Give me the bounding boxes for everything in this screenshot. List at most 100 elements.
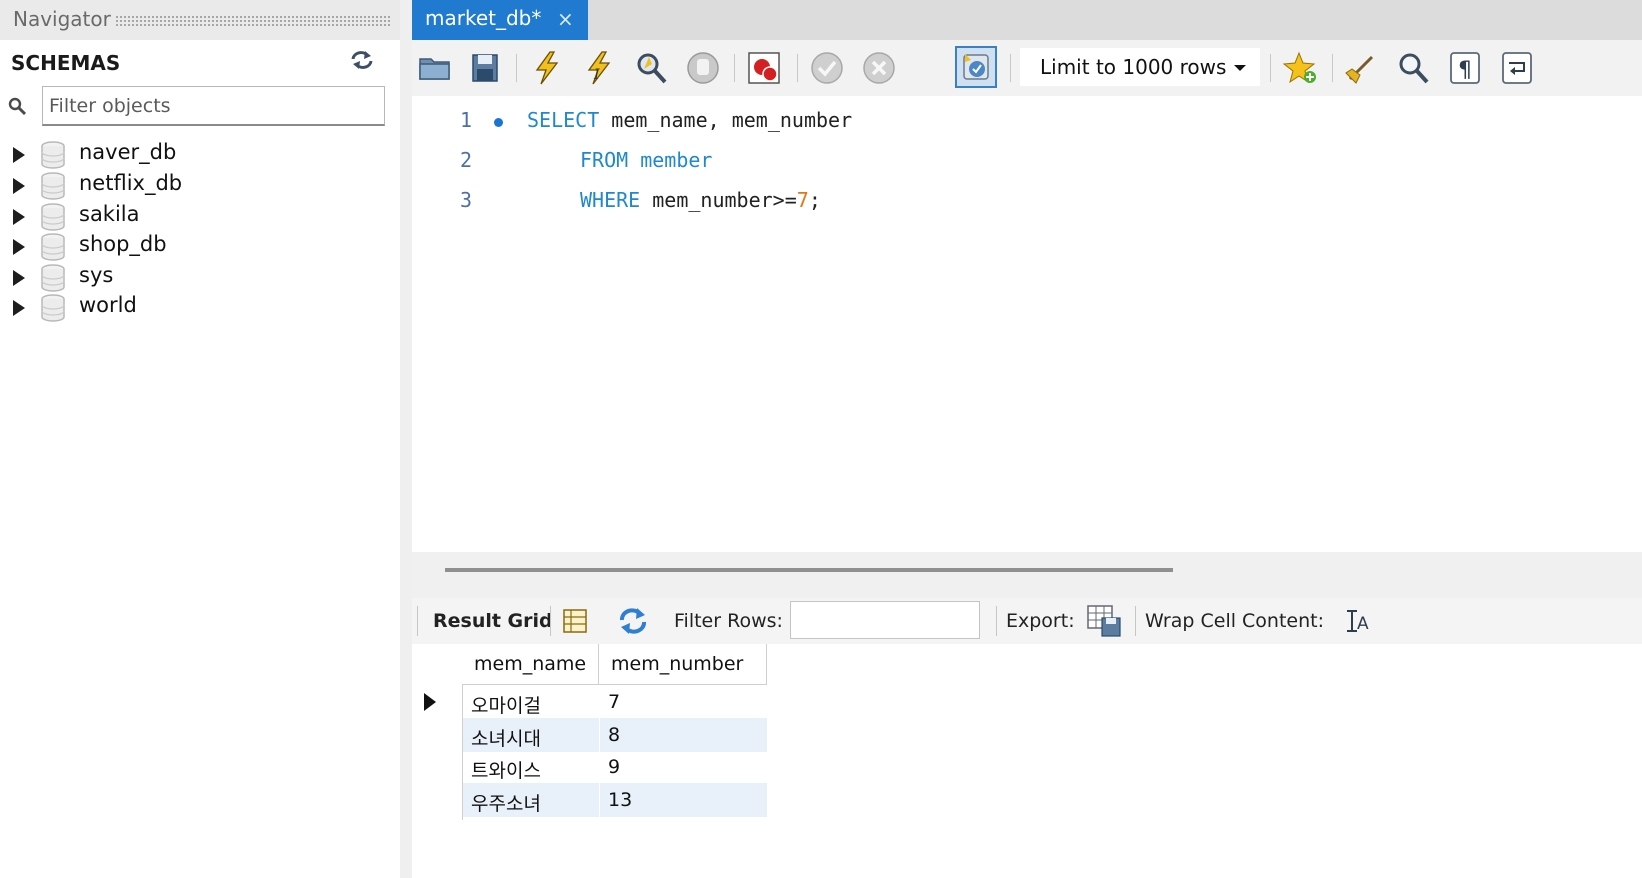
horizontal-scrollbar[interactable]: [412, 552, 1642, 598]
find-icon[interactable]: [1394, 49, 1432, 87]
limit-rows-label: Limit to 1000 rows: [1040, 55, 1227, 79]
line-number: 3: [460, 188, 473, 212]
navigator-grip[interactable]: [115, 15, 390, 26]
export-label: Export:: [1006, 610, 1075, 632]
table-cell[interactable]: 8: [600, 718, 767, 752]
line-number: 1: [460, 108, 473, 132]
expand-arrow-icon[interactable]: [13, 178, 25, 194]
stop-icon[interactable]: [684, 49, 722, 87]
explain-icon[interactable]: [632, 49, 670, 87]
filter-rows-label: Filter Rows:: [674, 610, 783, 632]
navigator-header: Navigator: [0, 0, 400, 40]
schema-label: world: [79, 293, 137, 317]
cell-value: 우주소녀: [471, 793, 541, 815]
wrap-cell-icon[interactable]: A: [1345, 608, 1373, 638]
table-cell[interactable]: 7: [600, 685, 767, 719]
table-cell[interactable]: 13: [600, 783, 767, 817]
column-header-label: mem_number: [611, 653, 744, 675]
svg-text:¶: ¶: [1458, 58, 1472, 83]
code-token: SELECT: [527, 108, 600, 132]
search-icon: [8, 97, 28, 121]
table-cell[interactable]: 트와이스: [463, 750, 599, 784]
code-text: SELECT mem_name, mem_number: [527, 108, 852, 132]
statement-marker-icon: [494, 118, 503, 127]
form-editor-icon[interactable]: [562, 608, 588, 638]
expand-arrow-icon[interactable]: [13, 269, 25, 286]
cell-value: 소녀시대: [471, 728, 541, 750]
schema-item-sakila[interactable]: sakila: [0, 200, 400, 231]
auto-commit-toggle[interactable]: [955, 46, 997, 88]
database-icon: [40, 294, 66, 326]
code-line: 3 WHERE mem_number>=7;: [412, 184, 1642, 220]
expand-arrow-icon[interactable]: [13, 239, 25, 255]
schema-tree: naver_db netflix_dbsakila shop_dbsys world: [0, 138, 400, 322]
beautify-icon[interactable]: [1342, 49, 1380, 87]
expand-arrow-icon[interactable]: [13, 300, 25, 316]
expand-arrow-icon[interactable]: [13, 147, 25, 163]
schema-label: naver_db: [79, 140, 177, 164]
commit-icon[interactable]: [808, 49, 846, 87]
code-token: ;: [808, 188, 821, 212]
save-icon[interactable]: [466, 49, 504, 87]
column-header-label: mem_name: [474, 653, 587, 675]
column-header-mem-number[interactable]: mem_number: [599, 644, 767, 685]
tab-market-db[interactable]: market_db* ×: [412, 0, 588, 40]
execute-current-icon[interactable]: I: [580, 49, 618, 87]
result-grid-tab[interactable]: Result Grid: [433, 610, 553, 632]
bookmark-icon[interactable]: [1282, 49, 1320, 87]
svg-text:A: A: [1357, 614, 1369, 634]
cell-value: 13: [608, 789, 633, 811]
expand-arrow-icon[interactable]: [13, 208, 25, 225]
table-cell[interactable]: 9: [600, 750, 767, 784]
code-text: FROM member: [580, 148, 712, 172]
schema-item-naver-db[interactable]: naver_db: [0, 138, 400, 169]
code-token: mem_name, mem_number: [599, 108, 853, 132]
sql-toolbar: I Limit to 1000 rows ¶: [412, 40, 1642, 97]
code-line: 2 FROM member: [412, 144, 1642, 180]
svg-text:I: I: [593, 67, 600, 83]
schema-label: sakila: [79, 201, 140, 226]
code-text: WHERE mem_number>=7;: [580, 188, 821, 212]
table-cell[interactable]: 오마이걸: [463, 685, 599, 719]
navigator-title: Navigator: [13, 7, 111, 31]
schemas-label: SCHEMAS: [11, 51, 121, 75]
filter-objects-input[interactable]: [42, 86, 385, 126]
invisible-chars-icon[interactable]: ¶: [1446, 49, 1484, 87]
scrollbar-thumb[interactable]: [445, 568, 1173, 572]
sql-editor[interactable]: 1 SELECT mem_name, mem_number 2 FROM member…: [412, 96, 1642, 552]
open-folder-icon[interactable]: [416, 49, 454, 87]
refresh-results-icon[interactable]: [618, 607, 648, 639]
tab-label: market_db*: [425, 6, 542, 30]
column-header-mem-name[interactable]: mem_name: [462, 644, 599, 685]
rollback-icon[interactable]: [860, 49, 898, 87]
export-icon[interactable]: [1086, 604, 1122, 642]
code-token: FROM member: [580, 148, 713, 172]
schema-label: netflix_db: [79, 171, 183, 195]
wrap-cell-label: Wrap Cell Content:: [1145, 610, 1325, 632]
cell-value: 트와이스: [471, 760, 541, 782]
code-token: mem_number>=: [640, 188, 797, 212]
result-toolbar: Result Grid Filter Rows: Export: Wrap Ce…: [412, 598, 1642, 644]
cell-value: 오마이걸: [471, 695, 541, 717]
schema-item-netflix-db[interactable]: netflix_db: [0, 169, 400, 200]
limit-rows-select[interactable]: Limit to 1000 rows: [1020, 48, 1260, 86]
code-token: 7: [796, 188, 809, 212]
table-cell[interactable]: 우주소녀: [463, 783, 599, 817]
filter-rows-input[interactable]: [790, 601, 980, 639]
close-icon[interactable]: ×: [557, 7, 574, 31]
schema-label: shop_db: [79, 232, 167, 256]
table-cell[interactable]: 소녀시대: [463, 718, 599, 752]
schema-item-sys[interactable]: sys: [0, 261, 400, 292]
toggle-error-icon[interactable]: [745, 49, 783, 87]
cell-value: 9: [608, 756, 621, 778]
schema-item-world[interactable]: world: [0, 291, 400, 322]
editor-tab-bar: market_db* ×: [412, 0, 1642, 40]
schema-item-shop-db[interactable]: shop_db: [0, 230, 400, 261]
execute-icon[interactable]: [528, 49, 566, 87]
wrap-icon[interactable]: [1498, 49, 1536, 87]
auto-commit-icon: [963, 54, 989, 80]
navigator-panel: Navigator SCHEMAS naver_db netflix_dbsaki…: [0, 0, 400, 878]
row-header-column: [412, 644, 463, 820]
panel-splitter[interactable]: [400, 0, 412, 878]
refresh-icon[interactable]: [350, 50, 374, 74]
